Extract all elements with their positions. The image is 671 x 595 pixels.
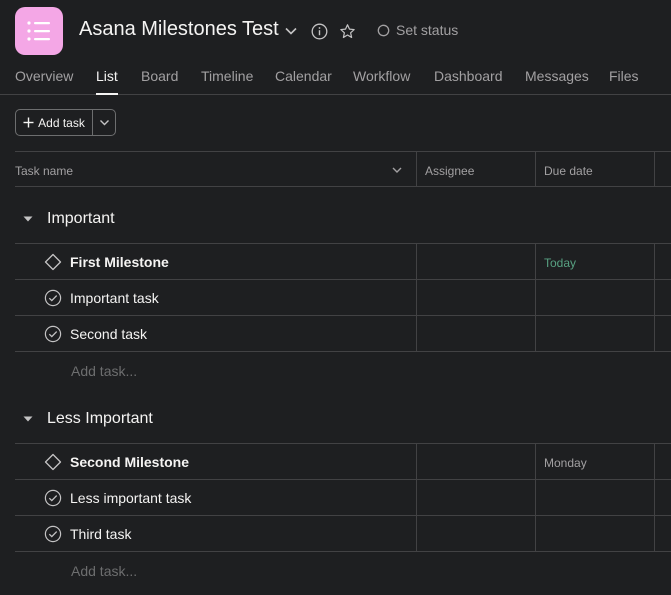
column-header-task-name[interactable]: Task name [15, 151, 416, 187]
chevron-down-icon [99, 120, 109, 126]
section-header-less-important[interactable]: Less Important [22, 410, 153, 428]
project-title[interactable]: Asana Milestones Test [79, 18, 279, 41]
set-status-label: Set status [396, 22, 459, 38]
caret-down-icon[interactable] [22, 213, 34, 225]
column-header-assignee[interactable]: Assignee [416, 151, 536, 187]
project-list-icon[interactable] [15, 7, 63, 55]
section-name: Less Important [47, 410, 153, 427]
tab-messages[interactable]: Messages [525, 68, 589, 84]
section-header-important[interactable]: Important [22, 210, 115, 228]
row-divider [15, 279, 671, 280]
due-date[interactable]: Today [544, 256, 576, 270]
column-divider [654, 443, 655, 551]
task-name[interactable]: Less important task [70, 490, 191, 506]
check-circle-icon[interactable] [44, 489, 62, 507]
task-name[interactable]: Important task [70, 290, 159, 306]
row-divider [15, 551, 671, 552]
check-circle-icon[interactable] [44, 289, 62, 307]
tab-timeline[interactable]: Timeline [201, 68, 253, 84]
star-icon[interactable] [337, 20, 357, 42]
section-name: Important [47, 210, 115, 227]
column-divider [416, 443, 417, 551]
row-divider [15, 351, 671, 352]
task-name[interactable]: First Milestone [70, 254, 169, 270]
row-divider [15, 515, 671, 516]
column-assignee-label: Assignee [425, 164, 475, 178]
task-name[interactable]: Third task [70, 526, 131, 542]
tab-board[interactable]: Board [141, 68, 178, 84]
row-divider [15, 443, 671, 444]
row-divider [15, 243, 671, 244]
tab-files[interactable]: Files [609, 68, 639, 84]
check-circle-icon[interactable] [44, 525, 62, 543]
row-divider [15, 315, 671, 316]
column-task-name-label: Task name [15, 164, 74, 178]
status-circle-icon [377, 24, 390, 36]
project-tabs: Overview List Board Timeline Calendar Wo… [0, 62, 671, 95]
add-task-row[interactable]: Add task... [71, 563, 137, 579]
add-task-label: Add task [38, 115, 85, 130]
add-task-split-button: Add task [15, 109, 116, 136]
task-name[interactable]: Second Milestone [70, 454, 189, 470]
milestone-diamond-icon[interactable] [44, 453, 62, 471]
add-task-button[interactable]: Add task [16, 110, 93, 135]
column-divider [416, 243, 417, 351]
caret-down-icon[interactable] [22, 413, 34, 425]
tab-list[interactable]: List [96, 68, 118, 95]
set-status-button[interactable]: Set status [377, 22, 458, 38]
tab-workflow[interactable]: Workflow [353, 68, 410, 84]
chevron-down-icon[interactable] [391, 164, 403, 176]
chevron-down-icon[interactable] [282, 20, 300, 42]
column-divider [654, 243, 655, 351]
column-due-date-label: Due date [544, 164, 593, 178]
tab-dashboard[interactable]: Dashboard [434, 68, 503, 84]
plus-icon [23, 117, 34, 128]
row-divider [15, 479, 671, 480]
info-icon[interactable] [309, 20, 329, 42]
project-header: Asana Milestones Test Set status [0, 0, 671, 62]
check-circle-icon[interactable] [44, 325, 62, 343]
column-divider [535, 443, 536, 551]
column-header-due-date[interactable]: Due date [535, 151, 655, 187]
column-header-extra [654, 151, 671, 187]
task-name[interactable]: Second task [70, 326, 147, 342]
tab-calendar[interactable]: Calendar [275, 68, 332, 84]
milestone-diamond-icon[interactable] [44, 253, 62, 271]
tab-overview[interactable]: Overview [15, 68, 73, 84]
add-task-dropdown[interactable] [93, 110, 115, 135]
column-divider [535, 243, 536, 351]
add-task-row[interactable]: Add task... [71, 363, 137, 379]
due-date[interactable]: Monday [544, 456, 587, 470]
